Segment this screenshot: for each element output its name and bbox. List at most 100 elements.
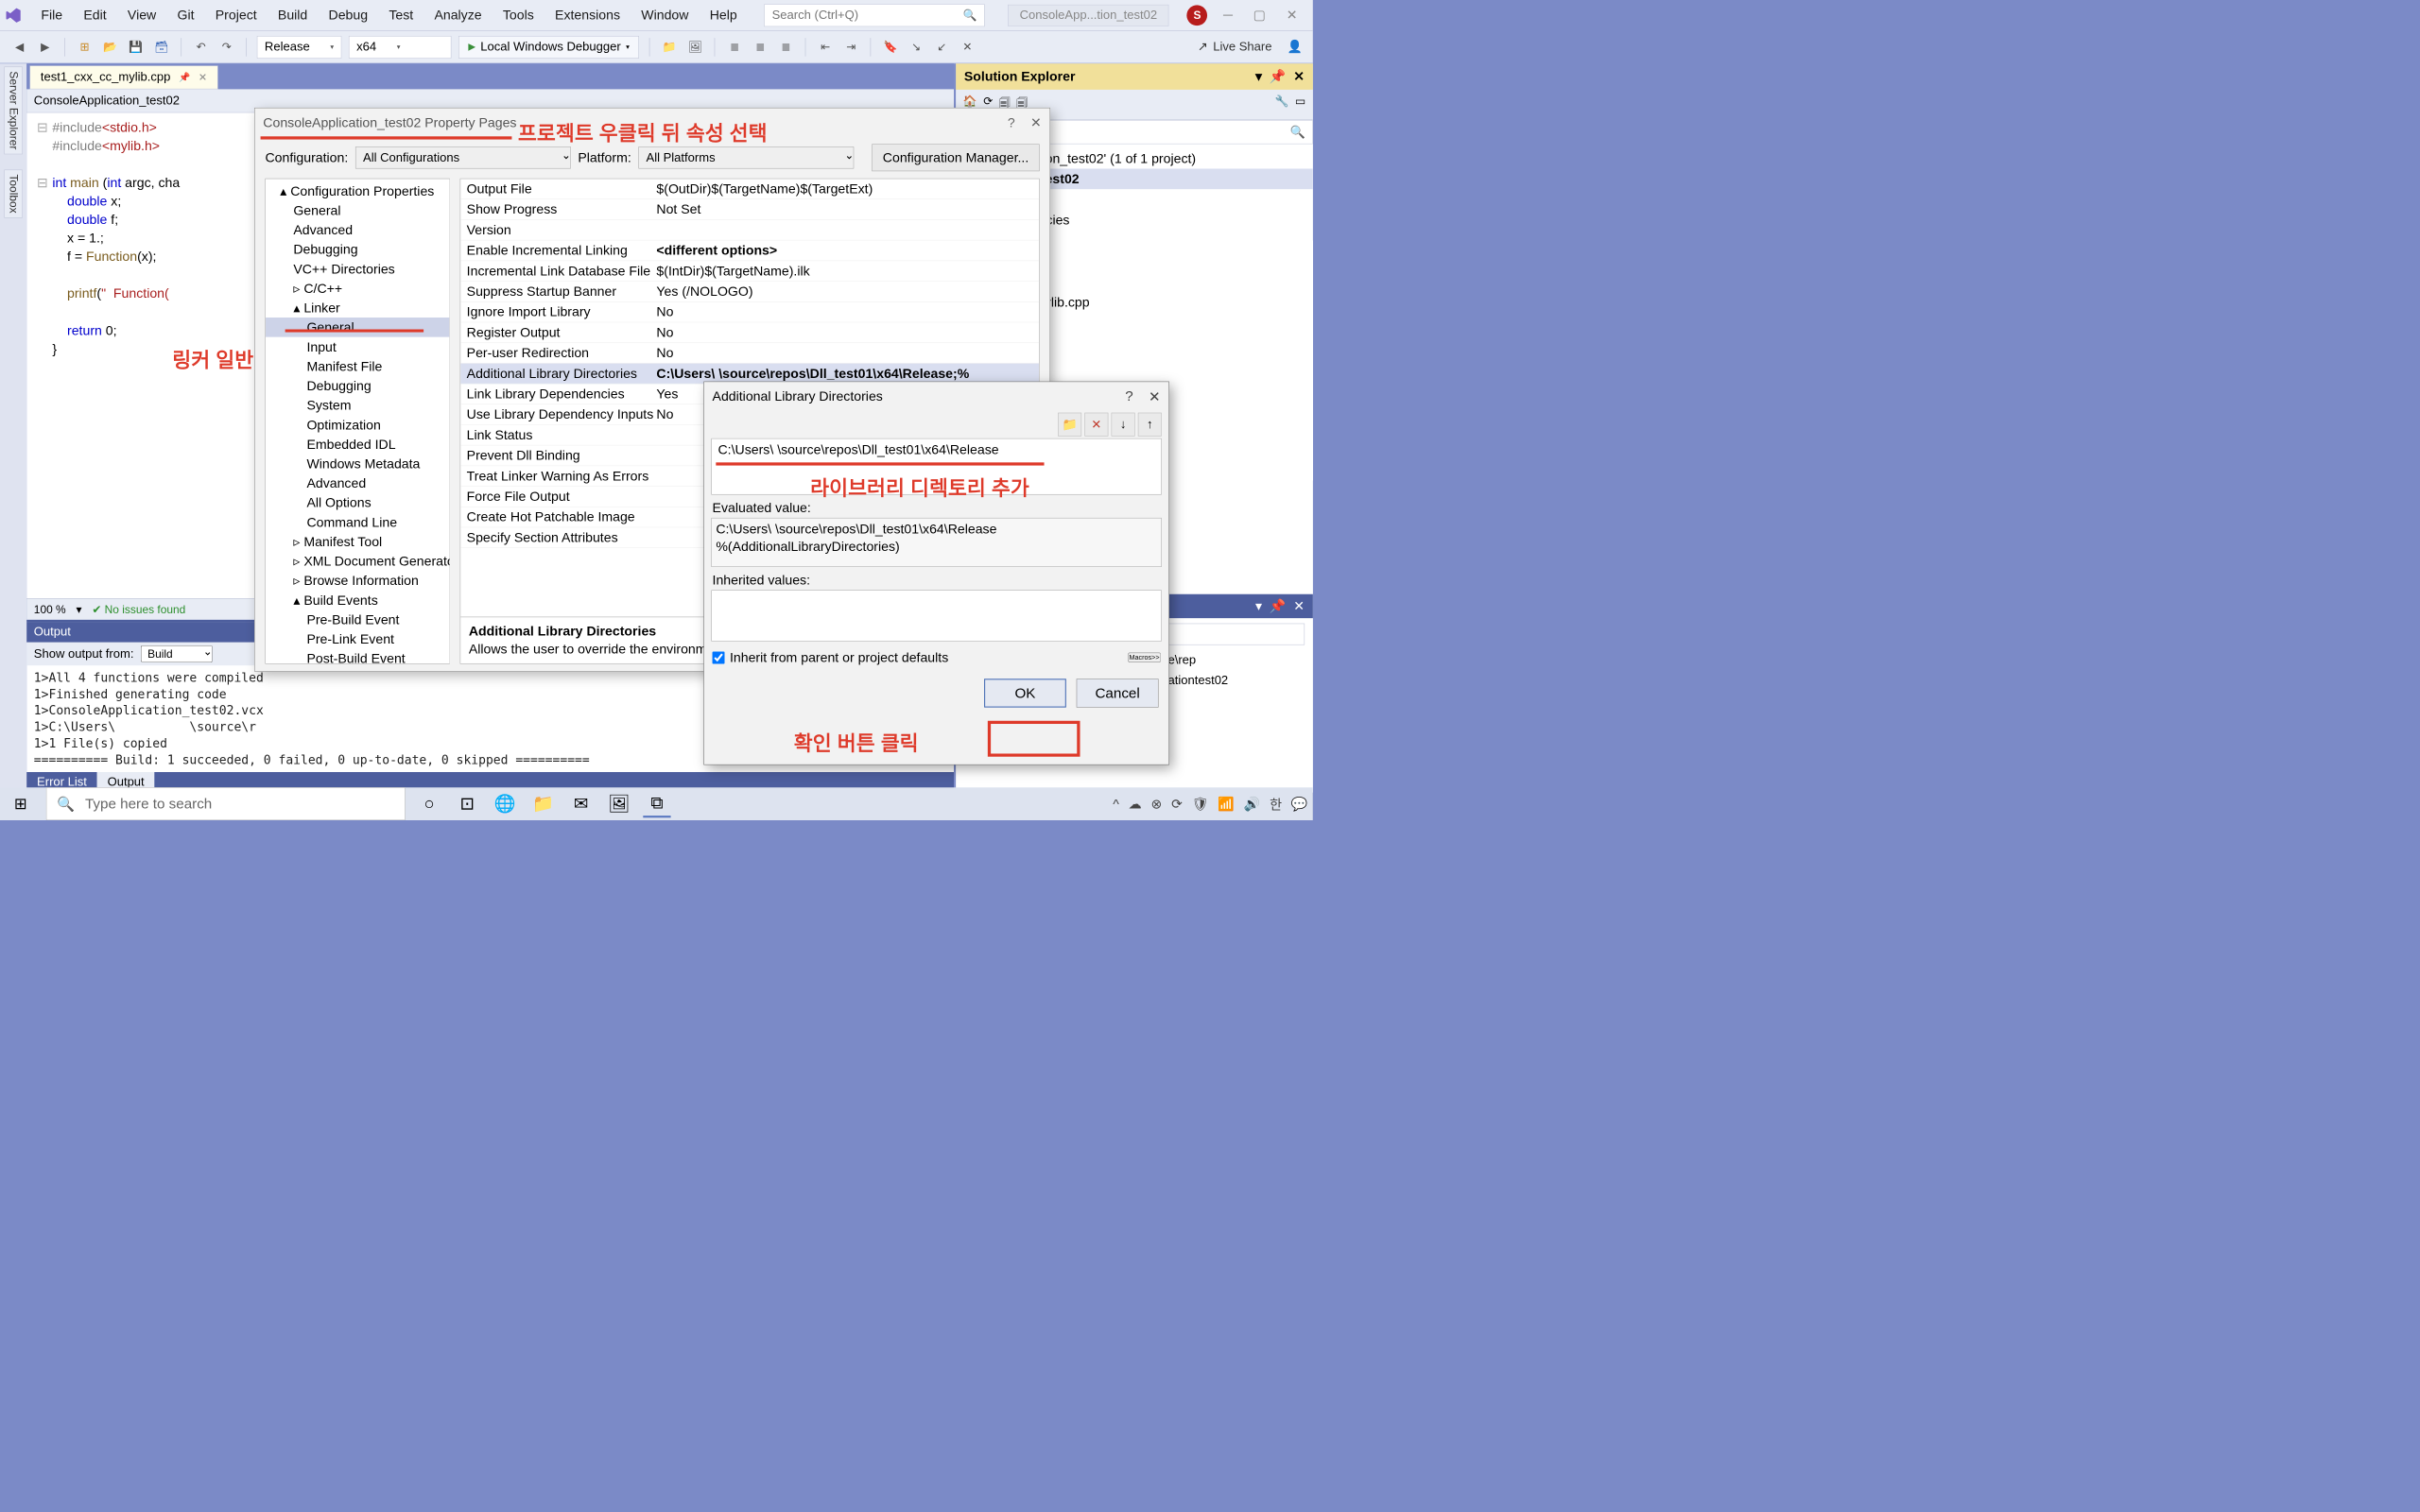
indent-icon[interactable]: ⇥ (841, 38, 860, 57)
help-icon[interactable]: ? (1008, 114, 1015, 130)
quick-launch-input[interactable] (772, 8, 963, 22)
config-manager-button[interactable]: Configuration Manager... (872, 144, 1039, 171)
cortana-icon[interactable]: ○ (415, 790, 442, 817)
menu-build[interactable]: Build (268, 3, 317, 26)
property-tree-node[interactable]: ▴ Linker (266, 298, 449, 318)
property-tree[interactable]: ▴ Configuration PropertiesGeneralAdvance… (265, 179, 449, 664)
solution-platform-combo[interactable]: x64▾ (349, 36, 452, 59)
property-tree-node[interactable]: General (266, 200, 449, 220)
property-tree-node[interactable]: General (266, 318, 449, 337)
move-down-icon[interactable]: ↓ (1112, 413, 1135, 437)
menu-help[interactable]: Help (700, 3, 747, 26)
photos-icon[interactable]: 🖼 (605, 790, 632, 817)
tb-icon[interactable]: ↘ (907, 38, 925, 57)
inherit-checkbox[interactable] (713, 651, 725, 663)
tb-icon[interactable]: ✕ (959, 38, 977, 57)
property-tree-node[interactable]: Debugging (266, 376, 449, 396)
menu-view[interactable]: View (118, 3, 165, 26)
tab-close-icon[interactable]: ✕ (199, 71, 207, 84)
tray-icon[interactable]: 📶 (1218, 796, 1235, 812)
save-all-icon[interactable]: 🗃 (152, 38, 171, 57)
property-tree-node[interactable]: Windows Metadata (266, 454, 449, 473)
user-avatar[interactable]: S (1187, 5, 1208, 26)
menu-debug[interactable]: Debug (320, 3, 377, 26)
property-grid-row[interactable]: Ignore Import LibraryNo (460, 302, 1039, 323)
nav-back-icon[interactable]: ◀ (10, 38, 29, 57)
output-from-combo[interactable]: Build (141, 645, 212, 662)
property-grid-row[interactable]: Incremental Link Database File$(IntDir)$… (460, 261, 1039, 282)
property-tree-node[interactable]: Manifest File (266, 356, 449, 376)
context-project[interactable]: ConsoleApplication_test02 (34, 94, 180, 108)
tb-icon[interactable]: ≣ (751, 38, 769, 57)
bookmark-icon[interactable]: 🔖 (881, 38, 900, 57)
menu-test[interactable]: Test (380, 3, 423, 26)
menu-project[interactable]: Project (206, 3, 266, 26)
nav-fwd-icon[interactable]: ▶ (36, 38, 55, 57)
taskbar-search[interactable]: 🔍 Type here to search (46, 787, 406, 820)
toolbox-tab[interactable]: Toolbox (4, 169, 23, 217)
delete-icon[interactable]: ✕ (1084, 413, 1108, 437)
property-tree-node[interactable]: ▹ C/C++ (266, 279, 449, 299)
property-tree-node[interactable]: Embedded IDL (266, 434, 449, 454)
property-tree-node[interactable]: ▴ Build Events (266, 590, 449, 610)
tb-icon[interactable]: ▭ (1295, 94, 1305, 114)
tray-icon[interactable]: 💬 (1291, 796, 1308, 812)
wrench-icon[interactable]: 🔧 (1275, 94, 1289, 114)
tray-icon[interactable]: 🔊 (1244, 796, 1261, 812)
maximize-icon[interactable]: ▢ (1253, 8, 1266, 24)
menu-window[interactable]: Window (632, 3, 699, 26)
property-tree-node[interactable]: Advanced (266, 473, 449, 493)
save-icon[interactable]: 💾 (127, 38, 146, 57)
edge-icon[interactable]: 🌐 (492, 790, 519, 817)
solution-config-combo[interactable]: Release▾ (257, 36, 342, 59)
property-tree-node[interactable]: ▹ XML Document Generator (266, 551, 449, 571)
property-grid-row[interactable]: Output File$(OutDir)$(TargetName)$(Targe… (460, 179, 1039, 199)
pin-icon[interactable]: 📌 (179, 72, 190, 82)
redo-icon[interactable]: ↷ (217, 38, 236, 57)
undo-icon[interactable]: ↶ (192, 38, 211, 57)
quick-launch[interactable]: 🔍 (764, 4, 984, 26)
platform-combo[interactable]: All Platforms (638, 146, 854, 168)
property-tree-node[interactable]: Pre-Link Event (266, 629, 449, 649)
menu-file[interactable]: File (32, 3, 72, 26)
minimize-icon[interactable]: ─ (1223, 8, 1233, 24)
menu-tools[interactable]: Tools (493, 3, 543, 26)
tb-icon[interactable]: ↙ (933, 38, 952, 57)
directory-entry[interactable]: C:\Users\ \source\repos\Dll_test01\x64\R… (716, 441, 1157, 459)
property-tree-node[interactable]: Command Line (266, 512, 449, 532)
move-up-icon[interactable]: ↑ (1138, 413, 1162, 437)
live-share-button[interactable]: ↗ Live Share 👤 (1198, 40, 1303, 55)
property-grid-row[interactable]: Show ProgressNot Set (460, 199, 1039, 220)
property-tree-node[interactable]: All Options (266, 492, 449, 512)
tb-icon[interactable]: ≣ (725, 38, 744, 57)
property-tree-node[interactable]: ▴ Configuration Properties (266, 181, 449, 201)
tray-icon[interactable]: 🛡 (1192, 796, 1209, 812)
vs-taskbar-icon[interactable]: ⧉ (643, 790, 670, 817)
property-tree-node[interactable]: ▹ Manifest Tool (266, 532, 449, 552)
panel-controls[interactable]: ▾ 📌 ✕ (1255, 69, 1305, 85)
new-line-icon[interactable]: 📁 (1058, 413, 1081, 437)
menu-edit[interactable]: Edit (75, 3, 116, 26)
outdent-icon[interactable]: ⇤ (816, 38, 835, 57)
menu-extensions[interactable]: Extensions (545, 3, 630, 26)
help-icon[interactable]: ? (1125, 388, 1132, 404)
tb-icon[interactable]: 🖼 (686, 38, 705, 57)
property-tree-node[interactable]: Optimization (266, 415, 449, 435)
property-grid-row[interactable]: Version (460, 220, 1039, 241)
cancel-button[interactable]: Cancel (1077, 679, 1159, 707)
tray-icon[interactable]: ☁ (1129, 796, 1142, 812)
ok-button[interactable]: OK (984, 679, 1066, 707)
menu-analyze[interactable]: Analyze (425, 3, 492, 26)
explorer-icon[interactable]: 📁 (529, 790, 557, 817)
tray-icon[interactable]: ⟳ (1171, 796, 1183, 812)
property-tree-node[interactable]: System (266, 395, 449, 415)
property-tree-node[interactable]: Debugging (266, 239, 449, 259)
tray-icon[interactable]: ^ (1113, 796, 1119, 812)
open-file-icon[interactable]: 📂 (101, 38, 120, 57)
property-grid-row[interactable]: Per-user RedirectionNo (460, 343, 1039, 364)
file-tab[interactable]: test1_cxx_cc_mylib.cpp 📌 ✕ (29, 65, 217, 89)
property-tree-node[interactable]: ▹ Browse Information (266, 571, 449, 591)
directories-list[interactable]: C:\Users\ \source\repos\Dll_test01\x64\R… (711, 438, 1161, 495)
new-project-icon[interactable]: ⊞ (76, 38, 95, 57)
zoom-combo[interactable]: 100 % (34, 603, 66, 616)
